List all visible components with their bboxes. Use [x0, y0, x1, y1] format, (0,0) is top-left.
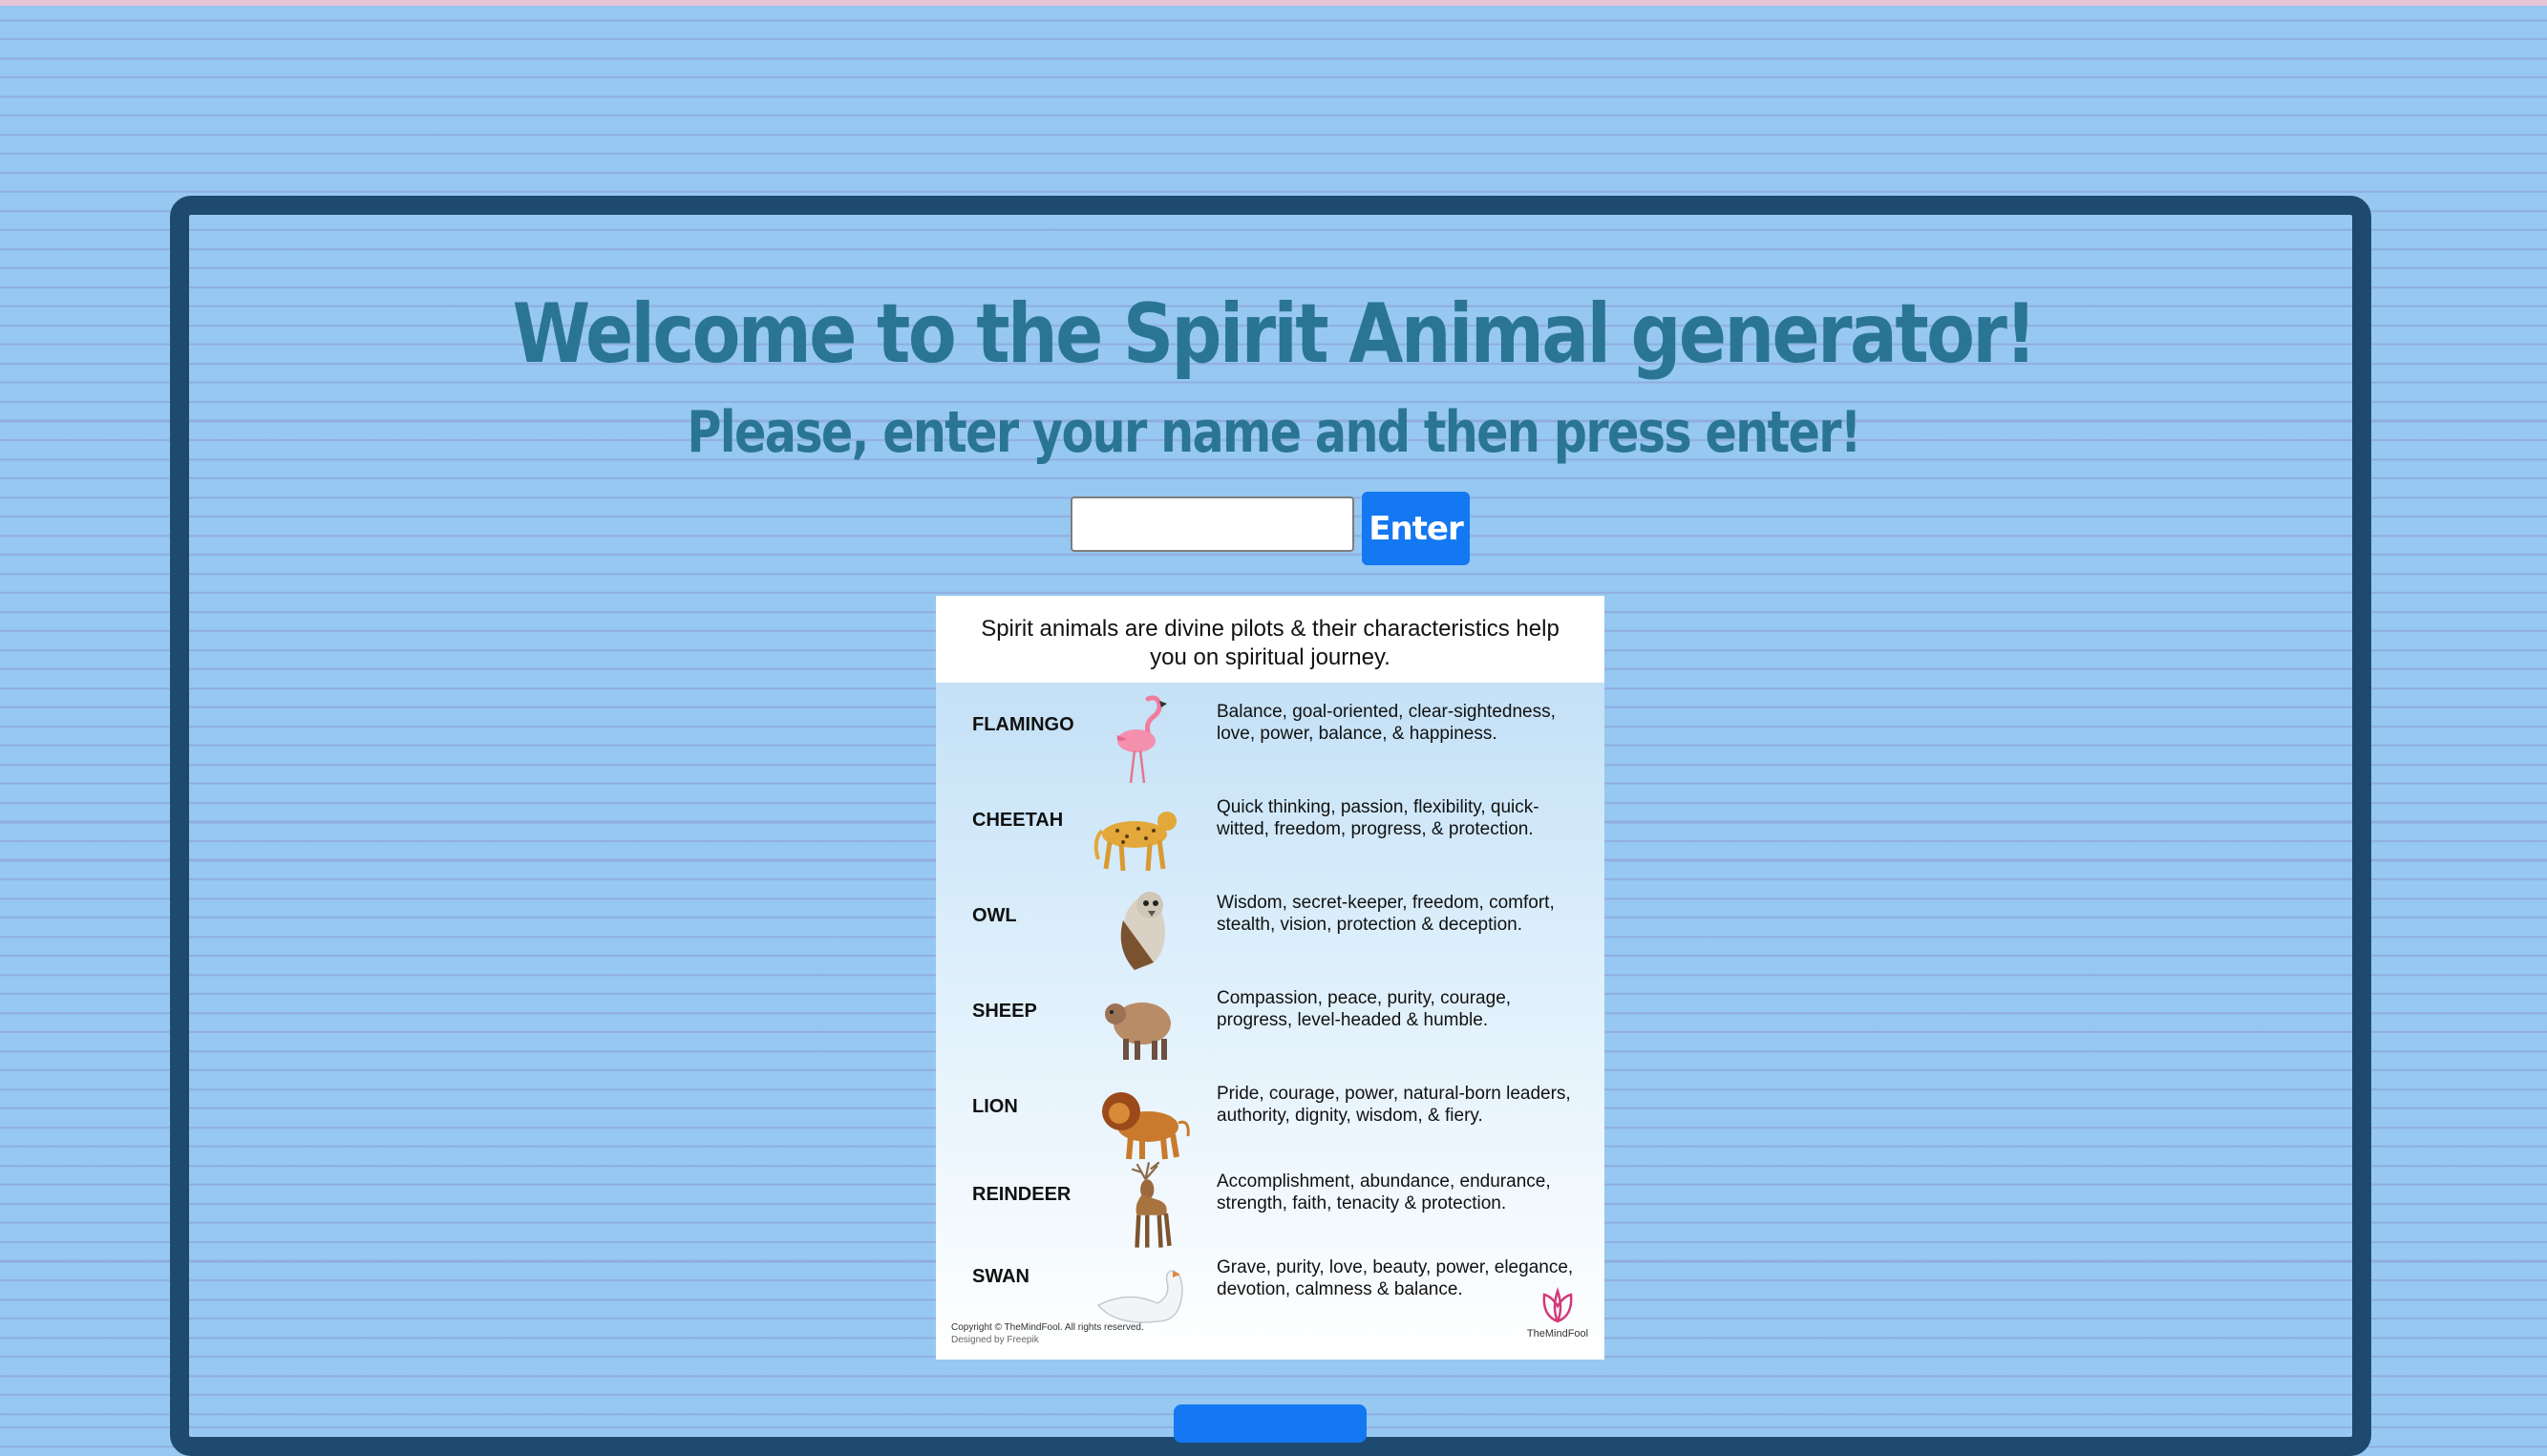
infographic-copyright: Copyright © TheMindFool. All rights rese…: [951, 1321, 1144, 1346]
top-accent-line: [0, 0, 2547, 6]
animal-description: Balance, goal-oriented, clear-sightednes…: [1217, 702, 1556, 744]
intro-line-1: Spirit animals are divine pilots & their…: [981, 616, 1560, 642]
infographic-intro: Spirit animals are divine pilots & their…: [936, 596, 1604, 683]
animal-description: Pride, courage, power, natural-born lead…: [1217, 1084, 1571, 1126]
animal-name: REINDEER: [972, 1184, 1072, 1205]
lotus-icon: [1542, 1287, 1573, 1323]
cheetah-icon: [1093, 812, 1177, 872]
animal-description: Compassion, peace, purity, courage, prog…: [1217, 988, 1512, 1030]
animal-name: LION: [972, 1096, 1018, 1117]
list-item: CHEETAH Quick thinking, passion, flexibi…: [936, 787, 1604, 882]
sheep-icon: [1105, 1002, 1171, 1060]
enter-button[interactable]: Enter: [1362, 492, 1470, 565]
animal-description: Accomplishment, abundance, endurance, st…: [1217, 1171, 1551, 1213]
animal-name: FLAMINGO: [972, 714, 1074, 735]
intro-line-2: you on spiritual journey.: [1150, 644, 1390, 670]
animal-description: Wisdom, secret-keeper, freedom, comfort,…: [1217, 893, 1555, 935]
animal-name: SHEEP: [972, 1001, 1037, 1022]
animal-name: SWAN: [972, 1266, 1029, 1287]
page-subtitle: Please, enter your name and then press e…: [687, 399, 1861, 466]
animal-description: Quick thinking, passion, flexibility, qu…: [1217, 797, 1539, 839]
generate-button[interactable]: [1174, 1404, 1367, 1443]
owl-icon: [1120, 892, 1165, 970]
list-item: REINDEER Accomplishment, abundance, endu…: [936, 1161, 1604, 1264]
credit-text: Designed by Freepik: [951, 1335, 1039, 1345]
name-input[interactable]: [1071, 496, 1354, 552]
spirit-animal-infographic: Spirit animals are divine pilots & their…: [936, 596, 1604, 1360]
list-item: SHEEP Compassion, peace, purity, courage…: [936, 978, 1604, 1073]
list-item: LION Pride, courage, power, natural-born…: [936, 1073, 1604, 1169]
copyright-text: Copyright © TheMindFool. All rights rese…: [951, 1322, 1144, 1333]
reindeer-icon: [1131, 1161, 1172, 1248]
flamingo-icon: [1116, 695, 1167, 784]
lion-icon: [1102, 1092, 1190, 1160]
animal-name: CHEETAH: [972, 810, 1064, 831]
list-item: OWL Wisdom, secret-keeper, freedom, comf…: [936, 882, 1604, 978]
list-item: FLAMINGO Balance, goal-oriented, clear-s…: [936, 691, 1604, 787]
brand-logo: TheMindFool: [1524, 1283, 1591, 1340]
page-title: Welcome to the Spirit Animal generator!: [512, 286, 2037, 382]
brand-name: TheMindFool: [1526, 1328, 1589, 1340]
animal-name: OWL: [972, 905, 1017, 926]
